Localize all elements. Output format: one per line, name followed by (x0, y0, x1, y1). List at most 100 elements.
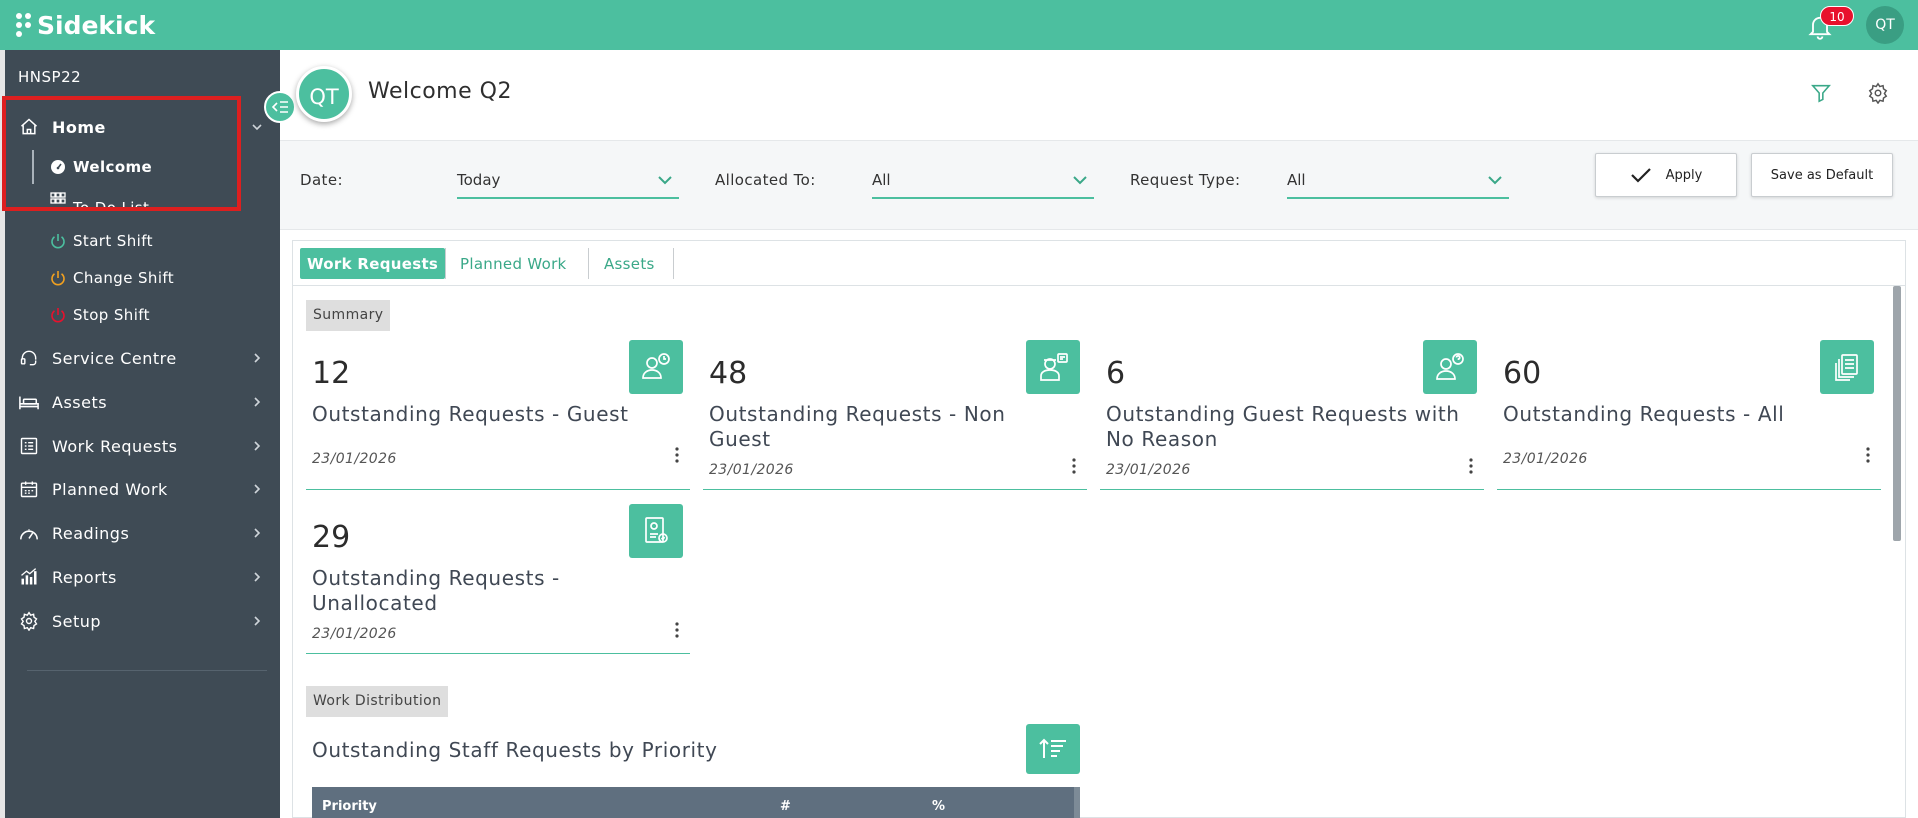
card-title: Outstanding Requests - Guest (312, 402, 629, 426)
chevron-right-icon (254, 484, 261, 494)
card-date: 23/01/2026 (312, 626, 397, 642)
sidebar-subitem-start-shift[interactable]: Start Shift (5, 225, 280, 257)
power-icon (49, 269, 67, 287)
sidebar-item-service-centre[interactable]: Service Centre (5, 338, 280, 378)
sidebar-item-readings[interactable]: Readings (5, 513, 280, 553)
card-count: 12 (312, 356, 351, 391)
save-as-default-button[interactable]: Save as Default (1751, 153, 1893, 197)
chevron-right-icon (254, 397, 261, 407)
gear-icon (18, 610, 40, 632)
column-header-count[interactable]: # (780, 799, 791, 814)
sidebar-item-label: Reports (52, 567, 117, 587)
tab-work-requests[interactable]: Work Requests (300, 248, 446, 279)
highlight-box (2, 96, 241, 211)
allocated-filter-label: Allocated To: (715, 171, 816, 189)
sidebar-item-planned-work[interactable]: Planned Work (5, 469, 280, 509)
chevron-down-icon (658, 176, 672, 185)
headset-icon (18, 347, 40, 369)
bed-icon (18, 391, 40, 413)
sidebar-subitem-stop-shift[interactable]: Stop Shift (5, 299, 280, 331)
summary-card-no-reason[interactable]: 6 Outstanding Guest Requests with No Rea… (1100, 340, 1484, 490)
chevron-down-icon (252, 124, 262, 131)
more-options-icon[interactable] (674, 446, 680, 464)
sidebar-item-label: Work Requests (52, 436, 178, 456)
site-code: HNSP22 (18, 68, 82, 86)
date-select[interactable]: Today (457, 163, 679, 199)
logo-dots-icon (16, 13, 31, 37)
collapse-menu-icon (271, 101, 288, 113)
notification-badge[interactable]: 10 (1820, 6, 1854, 26)
chevron-right-icon (254, 616, 261, 626)
sort-button[interactable] (1026, 724, 1080, 774)
save-as-default-label: Save as Default (1770, 167, 1874, 183)
more-options-icon[interactable] (1468, 457, 1474, 475)
card-title: Outstanding Guest Requests with No Reaso… (1106, 402, 1460, 451)
app-logo[interactable]: Sidekick (16, 9, 155, 41)
date-select-value: Today (457, 171, 501, 189)
request-type-select-value: All (1287, 171, 1306, 189)
sidebar-item-setup[interactable]: Setup (5, 601, 280, 641)
gauge-icon (18, 522, 40, 544)
chart-title: Outstanding Staff Requests by Priority (312, 738, 718, 762)
request-type-filter-label: Request Type: (1130, 171, 1241, 189)
summary-card-non-guest[interactable]: 48 Outstanding Requests - Non Guest 23/0… (703, 340, 1087, 490)
tab-separator (588, 248, 589, 279)
summary-card-all[interactable]: 60 Outstanding Requests - All 23/01/2026 (1497, 340, 1881, 490)
sidebar-item-label: Readings (52, 523, 130, 543)
tab-assets[interactable]: Assets (597, 248, 662, 279)
gear-icon[interactable] (1867, 82, 1889, 104)
guest-clock-icon (629, 340, 683, 394)
column-header-percent[interactable]: % (932, 799, 945, 814)
power-icon (49, 232, 67, 250)
more-options-icon[interactable] (674, 621, 680, 639)
card-count: 60 (1503, 356, 1542, 391)
sidebar-item-work-requests[interactable]: Work Requests (5, 426, 280, 466)
sidebar-subitem-change-shift[interactable]: Change Shift (5, 262, 280, 294)
column-header-priority[interactable]: Priority (322, 799, 377, 814)
summary-card-guest[interactable]: 12 Outstanding Requests - Guest 23/01/20… (306, 340, 690, 490)
summary-card-unallocated[interactable]: 29 Outstanding Requests - Unallocated 23… (306, 504, 690, 654)
sidebar-item-label: Planned Work (52, 479, 168, 499)
card-title: Outstanding Requests - Non Guest (709, 402, 1006, 451)
sidebar-divider (27, 670, 267, 671)
summary-section-tag: Summary (306, 300, 391, 331)
user-avatar[interactable]: QT (1866, 6, 1904, 44)
sort-icon (1039, 738, 1066, 758)
card-count: 29 (312, 520, 351, 555)
filter-icon[interactable] (1810, 82, 1832, 104)
list-icon (18, 435, 40, 457)
apply-button-label: Apply (1665, 167, 1703, 183)
guest-question-icon (1423, 340, 1477, 394)
tab-planned-work[interactable]: Planned Work (453, 248, 574, 279)
chevron-down-icon (1073, 176, 1087, 185)
calendar-icon (18, 478, 40, 500)
more-options-icon[interactable] (1071, 457, 1077, 475)
apply-button[interactable]: Apply (1595, 153, 1737, 197)
staff-note-icon (1026, 340, 1080, 394)
table-scrollbar[interactable] (1074, 787, 1080, 818)
sidebar-item-assets[interactable]: Assets (5, 382, 280, 422)
more-options-icon[interactable] (1865, 446, 1871, 464)
card-count: 48 (709, 356, 748, 391)
page-title: Welcome Q2 (368, 79, 512, 104)
card-date: 23/01/2026 (1106, 462, 1191, 478)
table-header: Priority # % (312, 787, 1080, 818)
panel-scrollbar[interactable] (1893, 286, 1901, 541)
date-filter-label: Date: (300, 171, 343, 189)
sidebar-item-label: Setup (52, 611, 102, 631)
sidebar-item-reports[interactable]: Reports (5, 557, 280, 597)
sidebar-subitem-label: Stop Shift (73, 306, 150, 324)
bar-chart-icon (18, 566, 40, 588)
power-icon (49, 306, 67, 324)
card-date: 23/01/2026 (1503, 451, 1588, 467)
sidebar-subitem-label: Change Shift (73, 269, 175, 287)
card-count: 6 (1106, 356, 1126, 391)
checkmark-icon (1630, 168, 1651, 183)
app-name: Sidekick (37, 10, 156, 40)
allocated-select[interactable]: All (872, 163, 1094, 199)
top-bar: Sidekick 10 QT (0, 0, 1918, 50)
request-type-select[interactable]: All (1287, 163, 1509, 199)
filter-bar: Date: Today Allocated To: All Request Ty… (280, 140, 1918, 230)
sidebar-item-label: Service Centre (52, 348, 177, 368)
collapse-sidebar-button[interactable] (264, 91, 296, 123)
